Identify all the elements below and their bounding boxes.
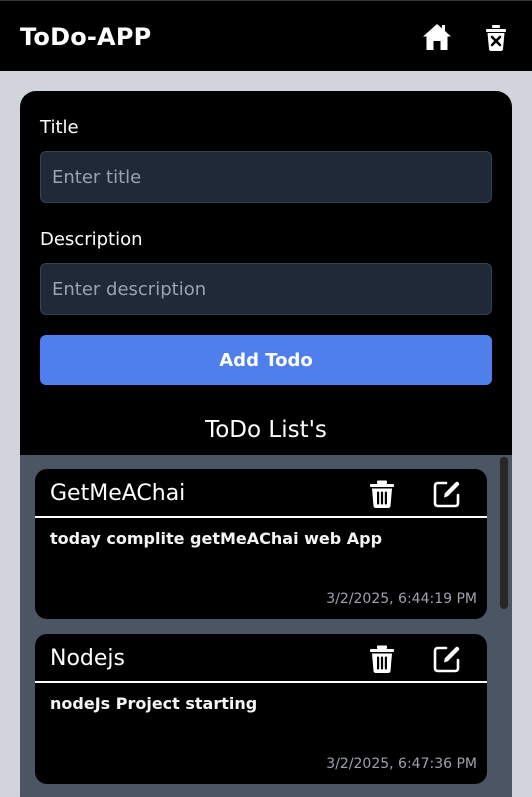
trash-icon[interactable] <box>367 644 397 674</box>
todo-item: GetMeAChai today complite getMeAChai web… <box>35 469 487 619</box>
edit-icon[interactable] <box>432 479 462 509</box>
edit-icon[interactable] <box>432 644 462 674</box>
todo-divider <box>35 516 487 518</box>
todo-timestamp: 3/2/2025, 6:44:19 PM <box>326 591 477 607</box>
todo-description: today complite getMeAChai web App <box>50 529 383 548</box>
todo-divider <box>35 681 487 683</box>
todo-form-card: Title Description Add Todo ToDo List's G… <box>20 91 512 797</box>
todo-title: GetMeAChai <box>50 481 186 506</box>
navbar: ToDo-APP <box>0 0 532 71</box>
todo-description: nodeJs Project starting <box>50 694 258 713</box>
todo-item: Nodejs nodeJs Project starting 3/2/2025,… <box>35 634 487 784</box>
home-icon[interactable] <box>421 21 453 53</box>
add-todo-button[interactable]: Add Todo <box>40 335 492 385</box>
todo-list[interactable]: GetMeAChai today complite getMeAChai web… <box>20 455 512 797</box>
trash-icon[interactable] <box>367 479 397 509</box>
title-label: Title <box>40 117 79 138</box>
todo-list-heading: ToDo List's <box>205 417 327 443</box>
title-input[interactable] <box>40 151 492 203</box>
todo-title: Nodejs <box>50 646 125 671</box>
description-input[interactable] <box>40 263 492 315</box>
app-brand[interactable]: ToDo-APP <box>20 23 151 51</box>
todo-timestamp: 3/2/2025, 6:47:36 PM <box>326 756 477 772</box>
delete-box-icon[interactable] <box>481 23 511 53</box>
list-scrollbar[interactable] <box>500 457 508 609</box>
description-label: Description <box>40 229 143 250</box>
